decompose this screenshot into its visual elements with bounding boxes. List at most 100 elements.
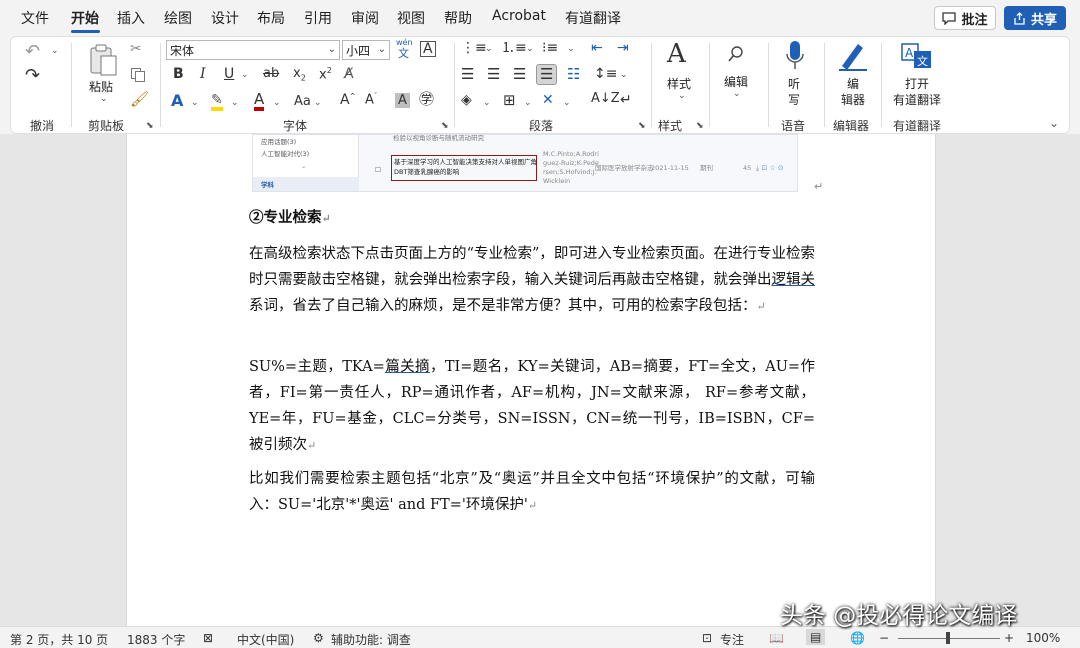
underline-icon[interactable]: U [224, 67, 234, 81]
char-shading-icon[interactable]: A [395, 93, 410, 108]
superscript-icon[interactable]: x2 [319, 67, 332, 82]
read-mode-icon[interactable]: 📖 [769, 631, 784, 645]
chevron-down-icon[interactable]: ⌄ [563, 99, 571, 108]
text-effects-icon[interactable]: A [171, 93, 183, 109]
font-name-combo[interactable]: 宋体 ⌄ [166, 40, 340, 60]
zoom-in-icon[interactable]: + [1004, 631, 1014, 645]
strikethrough-icon[interactable]: ab [263, 67, 279, 80]
section-heading[interactable]: ②专业检索↵ [249, 205, 815, 232]
paste-icon[interactable] [88, 43, 120, 77]
tab-view[interactable]: 视图 [397, 8, 425, 28]
font-size-combo[interactable]: 小四 ⌄ [342, 40, 390, 60]
dialog-launcher-icon[interactable]: ⬊ [146, 121, 154, 131]
editor-label-2[interactable]: 辑器 [841, 91, 865, 108]
chevron-down-icon[interactable]: ⌄ [485, 45, 493, 54]
proofing-icon[interactable]: ⊠ [203, 631, 213, 645]
language-indicator[interactable]: 中文(中国) [237, 631, 294, 648]
format-painter-icon[interactable]: 🖌 [130, 92, 149, 107]
grow-font-icon[interactable]: A^ [340, 93, 355, 107]
chevron-down-icon[interactable]: ⌄ [483, 99, 491, 108]
char-border-icon[interactable]: A [420, 41, 436, 57]
clear-formatting-icon[interactable]: A̸ [344, 67, 354, 81]
phonetic-guide-char[interactable]: 文 [398, 48, 409, 59]
translate-label-1[interactable]: 打开 [905, 75, 929, 92]
chevron-down-icon[interactable]: ⌄ [524, 99, 532, 108]
increase-indent-icon[interactable]: ⇥ [617, 41, 629, 55]
comment-button[interactable]: 批注 [934, 6, 996, 30]
tab-references[interactable]: 引用 [304, 8, 332, 28]
chevron-down-icon[interactable]: ⌄ [241, 71, 249, 80]
collapse-ribbon-icon[interactable]: ⌄ [1049, 117, 1059, 129]
dictate-label-1[interactable]: 听 [788, 75, 800, 92]
align-right-icon[interactable]: ☰ [513, 67, 526, 82]
sort-icon[interactable]: A↓Z [591, 92, 620, 105]
highlight-icon[interactable]: ✎ [211, 93, 223, 111]
chevron-down-icon[interactable]: ⌄ [231, 99, 239, 108]
dictate-label-2[interactable]: 写 [788, 91, 800, 108]
chevron-down-icon[interactable]: ⌄ [567, 45, 575, 54]
dialog-launcher-icon[interactable]: ⬊ [441, 121, 449, 131]
dialog-launcher-icon[interactable]: ⬊ [696, 121, 704, 131]
subscript-icon[interactable]: x2 [293, 67, 306, 83]
embedded-image[interactable]: 应用话题(3) 人工智能对代(3) ⌄ 学科 检验以视角诊断与随机流动研究 ☐ … [252, 134, 798, 192]
chevron-down-icon[interactable]: ⌄ [314, 99, 322, 108]
undo-icon[interactable]: ↶ [25, 43, 40, 61]
distributed-icon[interactable]: ☷ [567, 67, 580, 82]
redo-icon[interactable]: ↷ [25, 67, 40, 85]
bold-icon[interactable]: B [173, 67, 184, 81]
chevron-down-icon[interactable]: ⌄ [678, 92, 686, 101]
justify-icon[interactable]: ☰ [536, 64, 558, 85]
search-icon[interactable] [727, 45, 745, 63]
web-layout-icon[interactable]: 🌐 [850, 631, 865, 645]
change-case-icon[interactable]: Aa [294, 95, 311, 108]
tab-insert[interactable]: 插入 [117, 8, 145, 28]
chevron-down-icon[interactable]: ⌄ [100, 95, 108, 104]
numbering-icon[interactable]: ⒈≡ [501, 41, 527, 55]
italic-icon[interactable]: I [200, 67, 206, 81]
paragraph-3[interactable]: 比如我们需要检索主题包括“北京”及“奥运”并且全文中包括“环境保护”的文献，可输… [249, 466, 815, 519]
zoom-level[interactable]: 100% [1026, 631, 1060, 645]
borders-icon[interactable]: ⊞ [503, 93, 516, 108]
font-color-icon[interactable]: A [254, 92, 265, 111]
line-spacing-icon[interactable]: ↕≡ [594, 67, 617, 81]
print-layout-icon[interactable]: ▤ [806, 629, 826, 645]
chevron-down-icon[interactable]: ⌄ [733, 90, 741, 99]
tab-review[interactable]: 审阅 [351, 8, 379, 28]
shading-icon[interactable]: ◈ [461, 93, 472, 107]
chevron-down-icon[interactable]: ⌄ [51, 47, 59, 56]
asian-layout-icon[interactable]: ✕ [542, 93, 554, 107]
focus-icon[interactable]: ⊡ [702, 631, 712, 645]
chevron-down-icon[interactable]: ⌄ [526, 45, 534, 54]
paragraph-2[interactable]: SU%=主题，TKA=篇关摘，TI=题名，KY=关键词，AB=摘要，FT=全文，… [249, 354, 815, 459]
editing-label[interactable]: 编辑 [724, 73, 748, 90]
tab-help[interactable]: 帮助 [444, 8, 472, 28]
align-center-icon[interactable]: ☰ [487, 67, 500, 82]
zoom-slider-thumb[interactable] [946, 632, 950, 644]
copy-icon[interactable] [130, 67, 146, 83]
paragraph-1[interactable]: 在高级检索状态下点击页面上方的“专业检索”，即可进入专业检索页面。在进行专业检索… [249, 241, 815, 320]
tab-design[interactable]: 设计 [211, 8, 239, 28]
chevron-down-icon[interactable]: ⌄ [620, 71, 628, 80]
zoom-out-icon[interactable]: − [879, 631, 889, 645]
multilevel-list-icon[interactable]: ⁝≡ [542, 41, 558, 55]
show-marks-icon[interactable]: ↵ [620, 93, 632, 107]
translate-label-2[interactable]: 有道翻译 [893, 91, 941, 108]
decrease-indent-icon[interactable]: ⇤ [591, 41, 603, 55]
accessibility-status[interactable]: 辅助功能: 调查 [331, 631, 411, 648]
align-left-icon[interactable]: ☰ [461, 67, 474, 82]
editor-label-1[interactable]: 编 [847, 75, 859, 92]
shrink-font-icon[interactable]: Aˇ [365, 93, 377, 107]
tab-draw[interactable]: 绘图 [164, 8, 192, 28]
chevron-down-icon[interactable]: ⌄ [191, 99, 199, 108]
chevron-down-icon[interactable]: ⌄ [273, 99, 281, 108]
styles-label[interactable]: 样式 [667, 75, 691, 92]
tab-file[interactable]: 文件 [21, 8, 49, 28]
focus-label[interactable]: 专注 [720, 631, 744, 648]
editor-icon[interactable] [836, 40, 870, 72]
translate-icon[interactable]: A文 [901, 42, 933, 70]
tab-youdao[interactable]: 有道翻译 [565, 8, 621, 28]
page-count[interactable]: 第 2 页，共 10 页 [10, 631, 108, 648]
phonetic-guide-label[interactable]: wén [396, 39, 413, 47]
tab-layout[interactable]: 布局 [257, 8, 285, 28]
tab-home[interactable]: 开始 [71, 8, 99, 28]
